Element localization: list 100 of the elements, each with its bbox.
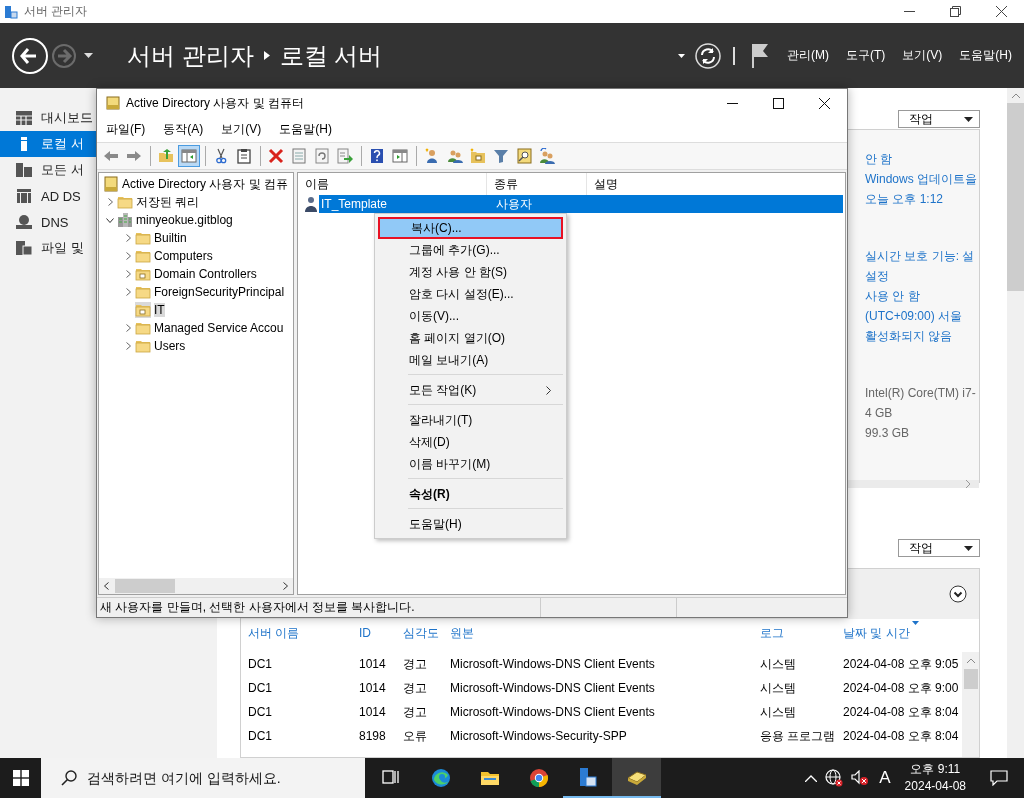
search-field[interactable]: 검색하려면 여기에 입력하세요.: [41, 758, 365, 798]
clock-date[interactable]: 2024-04-08: [904, 778, 966, 795]
caret-down-icon[interactable]: [678, 53, 685, 58]
chevron-right-icon[interactable]: [283, 582, 288, 590]
property-link[interactable]: 사용 안 함: [865, 286, 979, 306]
tree-item[interactable]: Computers: [99, 247, 293, 265]
sidebar-item[interactable]: 모든 서: [0, 157, 96, 183]
table-cell-text: 8198: [359, 729, 387, 743]
scrollbar-thumb[interactable]: [963, 669, 978, 689]
horizontal-scrollbar[interactable]: [99, 578, 293, 594]
property-link[interactable]: (UTC+09:00) 서울: [865, 306, 979, 326]
tasks-dropdown[interactable]: 작업: [898, 539, 980, 557]
menu-item[interactable]: 도움말(H): [378, 513, 563, 535]
tree-item[interactable]: Builtin: [99, 229, 293, 247]
sidebar-item[interactable]: 로컬 서: [0, 131, 96, 157]
chevron-down-icon[interactable]: [106, 217, 114, 223]
menu-item[interactable]: 계정 사용 안 함(S): [378, 261, 563, 283]
window-title: Active Directory 사용자 및 컴퓨터: [126, 94, 305, 112]
clock-time[interactable]: 오후 9:11: [904, 761, 966, 778]
menu-item[interactable]: 보기(V): [221, 121, 262, 138]
menu-item[interactable]: 삭제(D): [378, 431, 563, 453]
breadcrumb-item: 로컬 서버: [279, 40, 383, 71]
back-icon[interactable]: [12, 37, 48, 74]
maximize-icon[interactable]: [772, 97, 784, 109]
breadcrumb-item[interactable]: 서버 관리자: [127, 39, 254, 72]
expand-icon[interactable]: [949, 585, 967, 603]
close-icon[interactable]: [818, 97, 830, 109]
sidebar-item[interactable]: AD DS: [0, 183, 96, 209]
restore-icon[interactable]: [949, 6, 961, 17]
scrollbar-thumb[interactable]: [115, 579, 175, 593]
sidebar-item[interactable]: 대시보드: [0, 105, 96, 131]
tree-item[interactable]: Domain Controllers: [99, 265, 293, 283]
property-link[interactable]: 설정: [865, 266, 979, 286]
menu-item[interactable]: 홈 페이지 열기(O): [378, 327, 563, 349]
vertical-scrollbar[interactable]: [1007, 88, 1024, 758]
notification-icon[interactable]: [990, 770, 1008, 786]
caret-down-icon: [964, 545, 973, 551]
column-header[interactable]: 원본: [450, 624, 760, 642]
folder-up-icon: [158, 148, 174, 164]
tree-item[interactable]: IT: [99, 301, 293, 319]
chevron-right-icon[interactable]: [125, 270, 131, 278]
property-link[interactable]: 실시간 보호 기능: 설: [865, 246, 979, 266]
menu-item[interactable]: 도움말(H): [959, 47, 1012, 64]
menu-item[interactable]: 도구(T): [846, 47, 886, 64]
folder-icon: [117, 194, 133, 210]
menu-item[interactable]: 메일 보내기(A): [378, 349, 563, 371]
chevron-left-icon[interactable]: [104, 582, 109, 590]
vertical-scrollbar[interactable]: [962, 652, 979, 757]
list-row[interactable]: IT_Template 사용자: [319, 195, 843, 213]
menu-item[interactable]: 동작(A): [163, 121, 204, 138]
sidebar-item[interactable]: DNS: [0, 209, 96, 235]
input-method-indicator[interactable]: A: [879, 768, 891, 788]
chevron-right-icon[interactable]: [125, 252, 131, 260]
taskbar-app[interactable]: [612, 758, 661, 798]
tasks-dropdown[interactable]: 작업: [898, 110, 980, 128]
speaker-muted-icon[interactable]: [851, 770, 870, 786]
menu-item[interactable]: 암호 다시 설정(E)...: [378, 283, 563, 305]
menu-item[interactable]: 보기(V): [902, 47, 943, 64]
refresh-icon[interactable]: [695, 42, 721, 69]
tree-item[interactable]: Managed Service Accou: [99, 319, 293, 337]
chevron-right-icon[interactable]: [125, 288, 131, 296]
menu-item[interactable]: 관리(M): [787, 47, 829, 64]
property-link[interactable]: 오늘 오후 1:12: [865, 189, 979, 209]
column-header[interactable]: 서버 이름: [248, 624, 359, 642]
property-link[interactable]: Windows 업데이트을: [865, 169, 979, 189]
column-header[interactable]: 로그: [760, 624, 843, 642]
close-icon[interactable]: [995, 6, 1007, 17]
property-link[interactable]: 활성화되지 않음: [865, 326, 979, 346]
chevron-right-icon[interactable]: [125, 234, 131, 242]
menu-item[interactable]: 잘라내기(T): [378, 409, 563, 431]
chevron-right-icon[interactable]: [125, 342, 131, 350]
column-header[interactable]: ID: [359, 626, 403, 640]
column-header[interactable]: 날짜 및 시간: [843, 624, 979, 642]
sidebar-item[interactable]: 파일 및: [0, 235, 96, 261]
menu-item[interactable]: 모든 작업(K): [378, 379, 563, 401]
table-cell-text: 경고: [403, 703, 428, 721]
property-link[interactable]: 안 함: [865, 149, 979, 169]
menu-item[interactable]: 이동(V)...: [378, 305, 563, 327]
table-cell-text: 2024-04-08 오후 8:04: [843, 703, 960, 721]
tree-item[interactable]: minyeokue.gitblog: [99, 211, 293, 229]
tree-item[interactable]: 저장된 쿼리: [99, 193, 293, 211]
menu-item[interactable]: 그룹에 추가(G)...: [378, 239, 563, 261]
tree-item[interactable]: Users: [99, 337, 293, 355]
tree-item[interactable]: Active Directory 사용자 및 컴퓨: [99, 175, 293, 193]
column-header[interactable]: 심각도: [403, 624, 450, 642]
scrollbar-thumb[interactable]: [1007, 103, 1024, 291]
column-header[interactable]: 설명: [587, 173, 845, 195]
table-cell-text: 2024-04-08 오후 9:00: [843, 679, 960, 697]
globe-icon[interactable]: [825, 769, 844, 787]
menu-item[interactable]: 파일(F): [106, 121, 146, 138]
menu-item[interactable]: 이름 바꾸기(M): [378, 453, 563, 475]
menu-item[interactable]: 도움말(H): [279, 121, 332, 138]
pane-icon: [181, 148, 197, 164]
caret-down-icon[interactable]: [84, 53, 93, 58]
menu-item[interactable]: 복사(C)...: [378, 217, 563, 239]
flag-icon[interactable]: [751, 42, 769, 69]
chevron-right-icon[interactable]: [125, 324, 131, 332]
chevron-right-icon[interactable]: [107, 198, 113, 206]
tree-item[interactable]: ForeignSecurityPrincipal: [99, 283, 293, 301]
menu-item[interactable]: 속성(R): [378, 483, 563, 505]
